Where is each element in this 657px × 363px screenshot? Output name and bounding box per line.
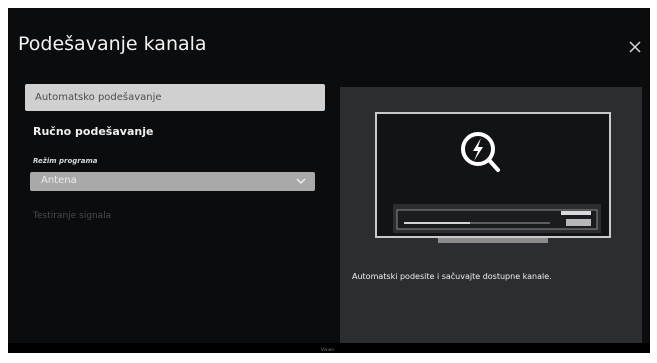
program-mode-dropdown[interactable]: Antena xyxy=(30,172,315,191)
close-button[interactable] xyxy=(628,39,642,53)
page-title: Podešavanje kanala xyxy=(18,33,207,55)
brand-logo: Vision xyxy=(321,347,335,352)
chevron-down-icon xyxy=(296,178,306,184)
auto-tuning-button[interactable]: Automatsko podešavanje xyxy=(25,84,325,111)
program-mode-label: Režim programa xyxy=(33,157,98,165)
close-icon xyxy=(629,41,641,53)
auto-tuning-description: Automatski podesite i sačuvajte dostupne… xyxy=(352,272,552,281)
tv-illustration xyxy=(375,112,611,243)
channel-settings-screen: Podešavanje kanala Automatsko podešavanj… xyxy=(8,8,650,353)
program-mode-value: Antena xyxy=(41,175,77,186)
preview-panel: Automatski podesite i sačuvajte dostupne… xyxy=(340,87,642,345)
signal-test-button[interactable]: Testiranje signala xyxy=(33,211,111,221)
manual-tuning-button[interactable]: Ručno podešavanje xyxy=(33,125,153,138)
